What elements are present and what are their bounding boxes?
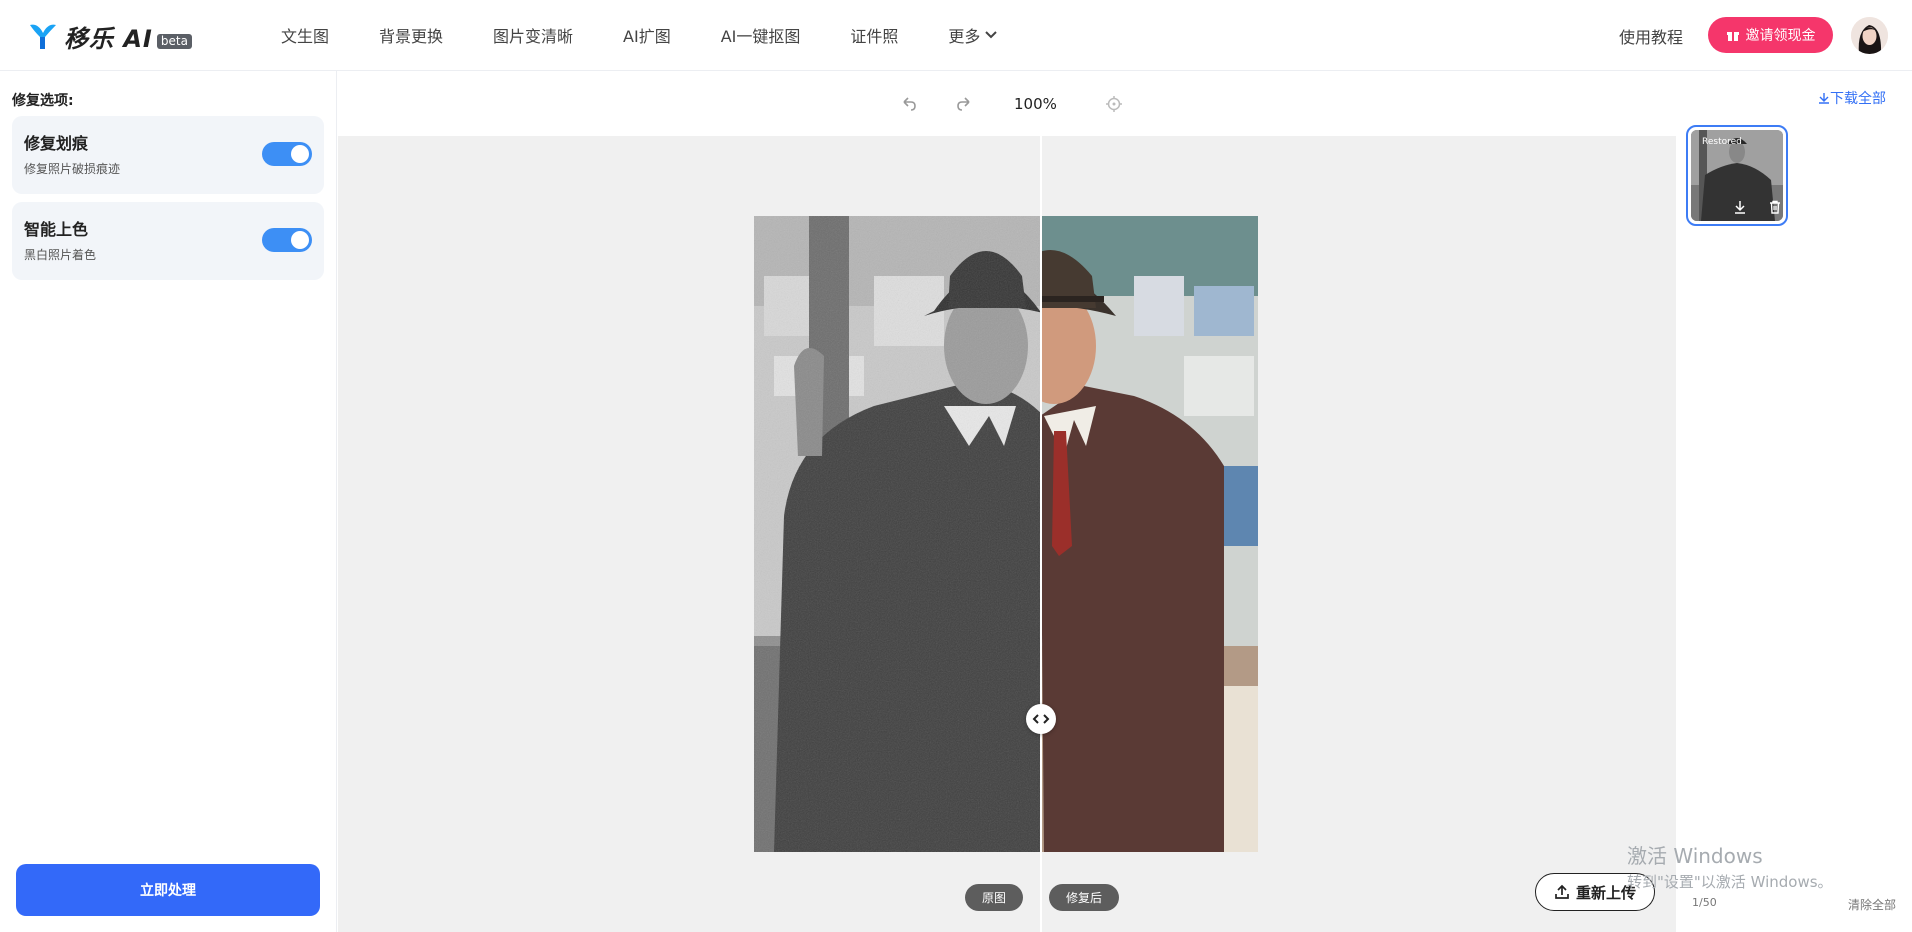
nav-ai-cutout[interactable]: AI一键抠图	[721, 23, 801, 47]
nav-more-label: 更多	[948, 27, 981, 46]
logo-text: 移乐 AI	[64, 24, 153, 53]
compare-slider-handle[interactable]	[1026, 704, 1056, 734]
download-all-link[interactable]: 下载全部	[1818, 88, 1886, 108]
upload-icon	[1555, 884, 1569, 899]
colorize-toggle[interactable]	[262, 228, 312, 252]
option-title: 修复划痕	[24, 134, 89, 153]
thumbnail-image: Restored	[1691, 130, 1783, 221]
gift-icon	[1726, 32, 1739, 41]
comparison-photo	[754, 216, 1258, 852]
comparison-divider[interactable]	[1040, 136, 1042, 932]
top-bar: 移乐 AI beta 文生图 背景更换 图片变清晰 AI扩图 AI一键抠图 证件…	[0, 0, 1912, 71]
logo[interactable]: 移乐 AI beta	[26, 18, 192, 54]
nav-id-photo[interactable]: 证件照	[850, 23, 898, 47]
redo-icon[interactable]	[953, 93, 975, 115]
option-desc: 黑白照片着色	[24, 248, 97, 262]
user-avatar[interactable]	[1851, 17, 1888, 54]
clear-all-link[interactable]: 清除全部	[1848, 896, 1896, 913]
restored-tag[interactable]: 修复后	[1049, 884, 1119, 911]
process-button[interactable]: 立即处理	[16, 864, 320, 916]
options-panel: 修复选项: 修复划痕 修复照片破损痕迹 智能上色 黑白照片着色 立即处理	[0, 71, 337, 932]
download-icon[interactable]	[1733, 200, 1747, 214]
fix-scratches-toggle[interactable]	[262, 142, 312, 166]
logo-icon	[30, 24, 56, 49]
nav-text-to-image[interactable]: 文生图	[281, 23, 329, 47]
tutorial-link[interactable]: 使用教程	[1619, 24, 1683, 48]
option-desc: 修复照片破损痕迹	[24, 162, 121, 176]
invite-label: 邀请领现金	[1745, 28, 1816, 44]
restored-image	[1040, 216, 1258, 852]
nav-more[interactable]: 更多	[948, 23, 998, 47]
canvas-toolbar: 100%	[338, 71, 1676, 136]
nav-ai-expand[interactable]: AI扩图	[623, 23, 671, 47]
result-count: 1/50	[1692, 896, 1717, 909]
result-thumbnail[interactable]: Restored	[1686, 125, 1788, 226]
download-icon	[1819, 93, 1829, 104]
reupload-button[interactable]: 重新上传	[1535, 873, 1655, 911]
original-image	[754, 216, 1040, 852]
trash-icon[interactable]	[1768, 200, 1782, 214]
avatar-image	[1851, 17, 1888, 54]
panel-title: 修复选项:	[12, 93, 74, 109]
thumbnail-label: Restored	[1702, 137, 1742, 147]
option-colorize: 智能上色 黑白照片着色	[12, 202, 324, 280]
results-panel: 下载全部 Restored 1/50 清除全部	[1676, 71, 1912, 932]
download-all-label: 下载全部	[1830, 91, 1886, 107]
drag-arrows-icon	[1032, 714, 1050, 724]
original-tag[interactable]: 原图	[965, 884, 1023, 911]
chevron-down-icon	[985, 31, 998, 39]
undo-icon[interactable]	[898, 93, 920, 115]
nav-image-enhance[interactable]: 图片变清晰	[493, 23, 573, 47]
main-nav: 文生图 背景更换 图片变清晰 AI扩图 AI一键抠图 证件照 更多	[281, 0, 1048, 70]
nav-background-replace[interactable]: 背景更换	[379, 23, 443, 47]
invite-button[interactable]: 邀请领现金	[1708, 17, 1833, 53]
reupload-label: 重新上传	[1575, 883, 1636, 902]
option-fix-scratches: 修复划痕 修复照片破损痕迹	[12, 116, 324, 194]
canvas-area: 100% 原图 修复后 重新上传	[338, 71, 1676, 932]
locate-icon[interactable]	[1103, 93, 1125, 115]
zoom-level: 100%	[1014, 95, 1057, 113]
option-title: 智能上色	[24, 220, 89, 239]
beta-badge: beta	[156, 33, 192, 49]
